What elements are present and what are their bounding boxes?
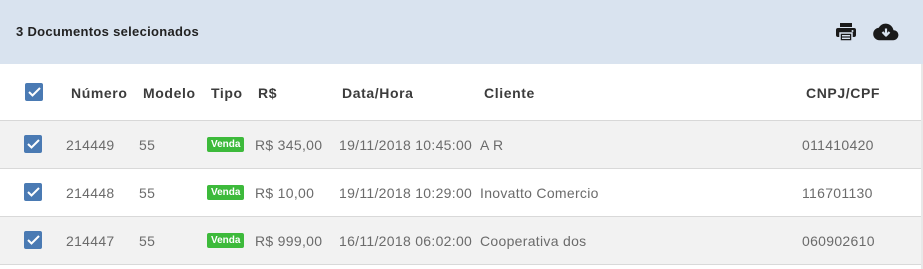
column-header-cliente[interactable]: Cliente	[484, 85, 535, 101]
table-row[interactable]: 214448 55 Venda R$ 10,00 19/11/2018 10:2…	[0, 169, 923, 217]
tipo-badge: Venda	[207, 233, 245, 248]
print-icon	[836, 23, 856, 42]
select-all-checkbox[interactable]	[25, 83, 43, 101]
table-header: Número Modelo Tipo R$ Data/Hora Cliente …	[0, 64, 923, 121]
cell-valor: R$ 999,00	[255, 233, 323, 249]
cell-cliente: Cooperativa dos	[480, 233, 587, 249]
column-header-valor[interactable]: R$	[258, 85, 277, 101]
tipo-badge: Venda	[207, 137, 245, 152]
cell-data-hora: 19/11/2018 10:29:00	[339, 185, 473, 201]
download-button[interactable]	[873, 20, 899, 44]
checkmark-icon	[26, 139, 40, 149]
cell-modelo: 55	[139, 233, 156, 249]
checkmark-icon	[26, 235, 40, 245]
cell-cnpj-cpf: 011410420	[802, 137, 874, 153]
cell-numero: 214448	[66, 185, 115, 201]
column-header-numero[interactable]: Número	[71, 85, 128, 101]
cell-cliente: A R	[480, 137, 504, 153]
tipo-badge: Venda	[207, 185, 245, 200]
selection-bar: 3 Documentos selecionados	[0, 0, 923, 64]
print-button[interactable]	[833, 20, 859, 44]
column-header-tipo[interactable]: Tipo	[211, 85, 243, 101]
selection-count-text: 3 Documentos selecionados	[16, 24, 200, 39]
cell-modelo: 55	[139, 185, 156, 201]
selection-actions	[833, 20, 899, 44]
cloud-download-icon	[873, 23, 899, 41]
table-row[interactable]: 214447 55 Venda R$ 999,00 16/11/2018 06:…	[0, 217, 923, 265]
table-row[interactable]: 214449 55 Venda R$ 345,00 19/11/2018 10:…	[0, 121, 923, 169]
cell-valor: R$ 10,00	[255, 185, 315, 201]
checkmark-icon	[26, 187, 40, 197]
cell-numero: 214449	[66, 137, 115, 153]
cell-cnpj-cpf: 116701130	[802, 185, 873, 201]
cell-data-hora: 16/11/2018 06:02:00	[339, 233, 473, 249]
checkmark-icon	[27, 87, 41, 97]
cell-valor: R$ 345,00	[255, 137, 323, 153]
row-checkbox[interactable]	[24, 135, 42, 153]
column-header-modelo[interactable]: Modelo	[143, 85, 196, 101]
row-checkbox[interactable]	[24, 183, 42, 201]
row-checkbox[interactable]	[24, 231, 42, 249]
cell-data-hora: 19/11/2018 10:45:00	[339, 137, 473, 153]
cell-modelo: 55	[139, 137, 156, 153]
cell-cliente: Inovatto Comercio	[480, 185, 599, 201]
cell-numero: 214447	[66, 233, 115, 249]
column-header-cnpj-cpf[interactable]: CNPJ/CPF	[806, 85, 880, 101]
cell-cnpj-cpf: 060902610	[802, 233, 875, 249]
column-header-data-hora[interactable]: Data/Hora	[342, 85, 414, 101]
